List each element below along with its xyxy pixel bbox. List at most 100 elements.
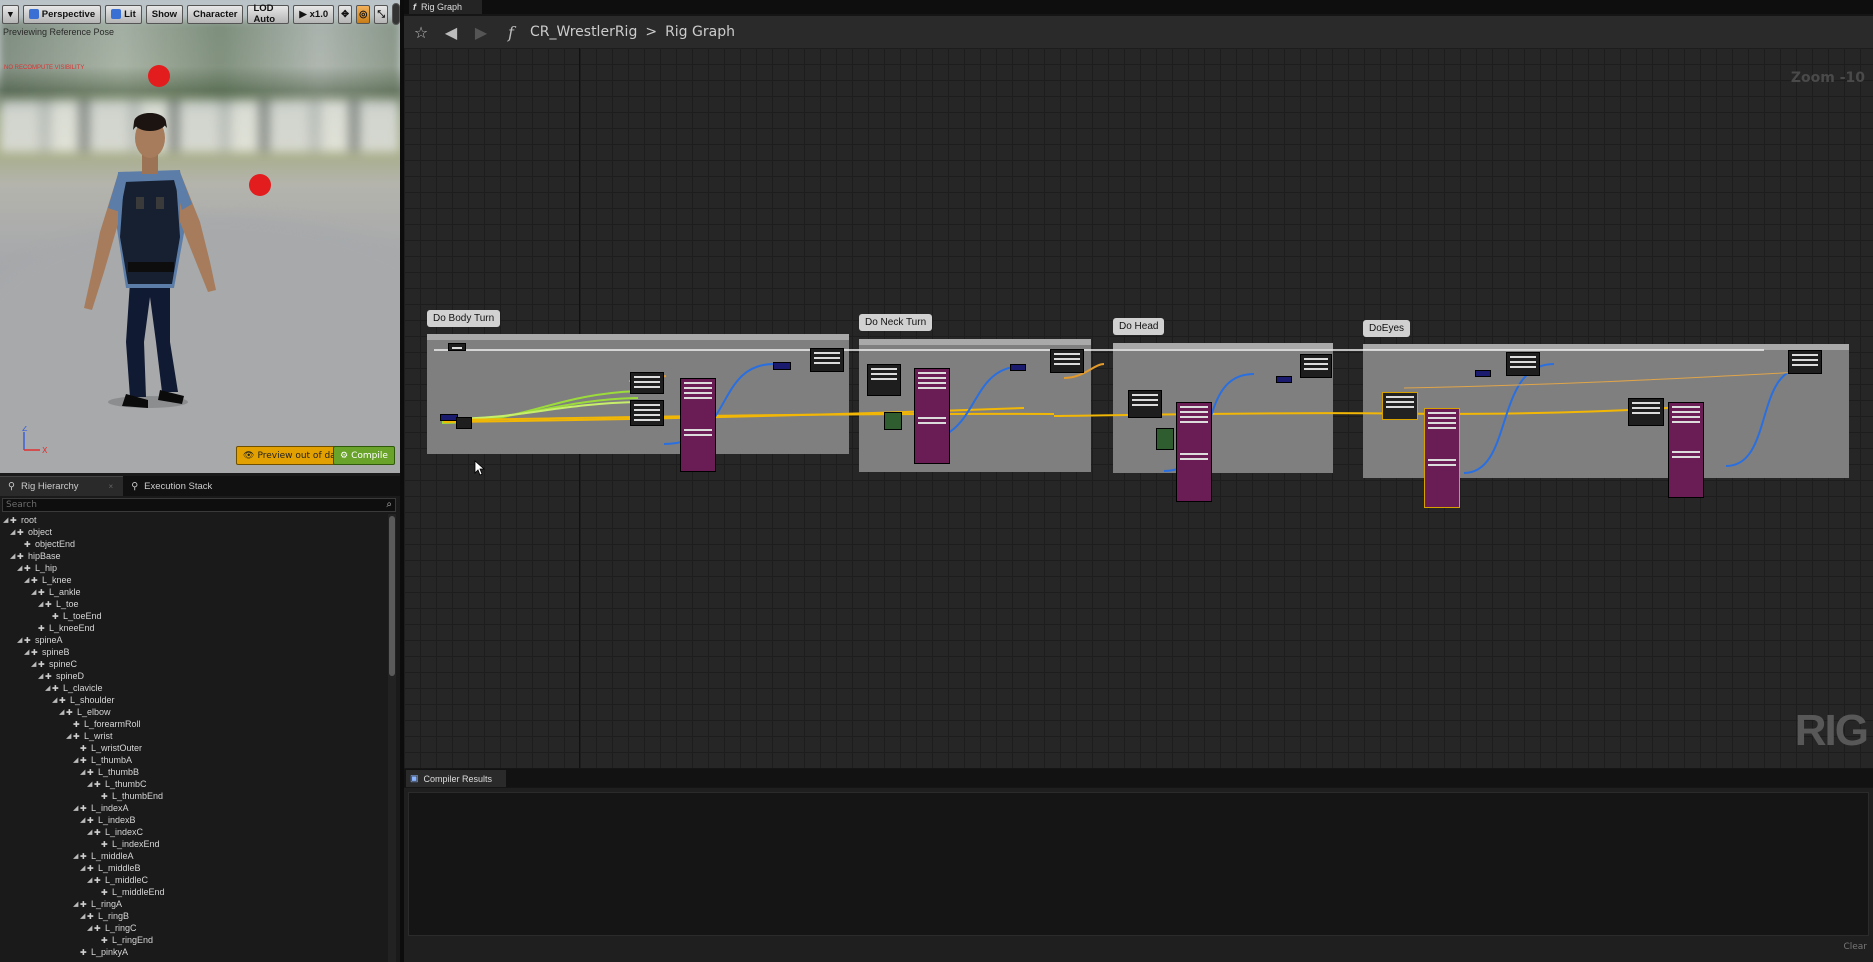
forward-icon[interactable]: ▶ <box>470 23 492 42</box>
graph-node[interactable] <box>1788 350 1822 374</box>
graph-node[interactable] <box>1424 408 1460 508</box>
tree-item[interactable]: ◢ ✚ spineC <box>0 658 388 670</box>
tree-item[interactable]: ◢ ✚ L_thumbC <box>0 778 388 790</box>
tree-item[interactable]: ◢ ✚ root <box>0 514 388 526</box>
tree-item[interactable]: ✚ L_indexEnd <box>0 838 388 850</box>
expand-arrow-icon[interactable]: ◢ <box>80 768 87 776</box>
character-figure[interactable] <box>70 112 220 412</box>
expand-arrow-icon[interactable]: ◢ <box>17 636 24 644</box>
expand-arrow-icon[interactable]: ◢ <box>31 660 38 668</box>
back-icon[interactable]: ◀ <box>440 23 462 42</box>
graph-node[interactable] <box>1050 349 1084 373</box>
character-button[interactable]: Character <box>187 4 244 24</box>
scale-tool-button[interactable]: ⤡ <box>374 4 388 24</box>
expand-arrow-icon[interactable]: ◢ <box>59 708 66 716</box>
tree-item[interactable]: ✚ L_toeEnd <box>0 610 388 622</box>
tree-item[interactable]: ✚ L_kneeEnd <box>0 622 388 634</box>
graph-node[interactable] <box>448 343 466 351</box>
graph-node[interactable] <box>1300 354 1332 378</box>
tree-item[interactable]: ◢ ✚ L_middleB <box>0 862 388 874</box>
translate-tool-button[interactable]: ✥ <box>338 4 353 24</box>
graph-node[interactable] <box>1506 352 1540 376</box>
tree-item[interactable]: ◢ ✚ L_hip <box>0 562 388 574</box>
graph-node[interactable] <box>1156 428 1174 450</box>
expand-arrow-icon[interactable]: ◢ <box>87 780 94 788</box>
tree-item[interactable]: ✚ L_thumbEnd <box>0 790 388 802</box>
tree-item[interactable]: ✚ L_pinkyA <box>0 946 388 958</box>
expand-arrow-icon[interactable]: ◢ <box>87 876 94 884</box>
perspective-button[interactable]: Perspective <box>22 4 102 24</box>
control-marker[interactable] <box>249 174 271 196</box>
graph-node[interactable] <box>867 364 901 396</box>
close-icon[interactable]: × <box>109 482 114 491</box>
expand-arrow-icon[interactable]: ◢ <box>38 600 45 608</box>
graph-node[interactable] <box>1176 402 1212 502</box>
tree-scrollbar[interactable] <box>388 514 396 962</box>
tree-item[interactable]: ◢ ✚ spineD <box>0 670 388 682</box>
tree-item[interactable]: ◢ ✚ L_elbow <box>0 706 388 718</box>
expand-arrow-icon[interactable]: ◢ <box>80 912 87 920</box>
tree-item[interactable]: ✚ objectEnd <box>0 538 388 550</box>
graph-node[interactable] <box>630 372 664 394</box>
tab-execution-stack[interactable]: ⚲ Execution Stack <box>123 476 222 496</box>
graph-node[interactable] <box>1382 392 1418 420</box>
tree-item[interactable]: ✚ L_forearmRoll <box>0 718 388 730</box>
tree-item[interactable]: ◢ ✚ L_knee <box>0 574 388 586</box>
expand-arrow-icon[interactable]: ◢ <box>24 576 31 584</box>
tree-item[interactable]: ◢ ✚ L_thumbA <box>0 754 388 766</box>
tree-item[interactable]: ◢ ✚ L_ringA <box>0 898 388 910</box>
expand-arrow-icon[interactable]: ◢ <box>31 588 38 596</box>
compile-button[interactable]: ⚙ Compile <box>333 446 395 465</box>
tree-item[interactable]: ◢ ✚ L_ankle <box>0 586 388 598</box>
scrollbar-thumb[interactable] <box>389 516 395 676</box>
tree-item[interactable]: ◢ ✚ L_middleA <box>0 850 388 862</box>
breadcrumb-root[interactable]: CR_WrestlerRig <box>530 24 637 40</box>
tree-item[interactable]: ◢ ✚ L_thumbB <box>0 766 388 778</box>
playback-speed-button[interactable]: ▶ x1.0 <box>293 4 335 24</box>
graph-node[interactable] <box>680 378 716 472</box>
lit-button[interactable]: Lit <box>105 4 142 24</box>
expand-arrow-icon[interactable]: ◢ <box>38 672 45 680</box>
show-button[interactable]: Show <box>145 4 184 24</box>
expand-arrow-icon[interactable]: ◢ <box>73 900 80 908</box>
expand-arrow-icon[interactable]: ◢ <box>87 828 94 836</box>
graph-node[interactable] <box>914 368 950 464</box>
tree-item[interactable]: ◢ ✚ spineB <box>0 646 388 658</box>
expand-arrow-icon[interactable]: ◢ <box>52 696 59 704</box>
tab-rig-hierarchy[interactable]: ⚲ Rig Hierarchy × <box>0 476 124 496</box>
graph-node[interactable] <box>1668 402 1704 498</box>
rig-graph-canvas[interactable]: Zoom -10 Do Body Turn Do Neck Turn Do He… <box>404 48 1873 768</box>
graph-node[interactable] <box>630 400 664 426</box>
tree-item[interactable]: ◢ ✚ L_indexA <box>0 802 388 814</box>
tree-item[interactable]: ◢ ✚ L_indexC <box>0 826 388 838</box>
expand-arrow-icon[interactable]: ◢ <box>87 924 94 932</box>
control-marker[interactable] <box>148 65 170 87</box>
tree-item[interactable]: ◢ ✚ spineA <box>0 634 388 646</box>
compiler-results-log[interactable] <box>408 792 1869 936</box>
expand-arrow-icon[interactable]: ◢ <box>73 852 80 860</box>
star-icon[interactable]: ☆ <box>410 23 432 42</box>
expand-arrow-icon[interactable]: ◢ <box>17 564 24 572</box>
graph-node[interactable] <box>773 362 791 370</box>
graph-node[interactable] <box>1276 376 1292 383</box>
tree-item[interactable]: ◢ ✚ L_ringB <box>0 910 388 922</box>
tree-item[interactable]: ◢ ✚ L_clavicle <box>0 682 388 694</box>
rig-hierarchy-tree[interactable]: ◢ ✚ root ◢ ✚ object ✚ objectEnd ◢ ✚ hipBase ◢ ✚ L_hip… <box>0 514 388 962</box>
tree-item[interactable]: ◢ ✚ L_wrist <box>0 730 388 742</box>
tree-item[interactable]: ◢ ✚ L_ringC <box>0 922 388 934</box>
viewport-menu-button[interactable]: ▾ <box>2 4 19 24</box>
tree-item[interactable]: ◢ ✚ hipBase <box>0 550 388 562</box>
graph-node[interactable] <box>1628 398 1664 426</box>
expand-arrow-icon[interactable]: ◢ <box>24 648 31 656</box>
tree-item[interactable]: ✚ L_ringEnd <box>0 934 388 946</box>
search-icon[interactable]: ⌕ <box>386 499 392 510</box>
graph-node[interactable] <box>1010 364 1026 371</box>
graph-node[interactable] <box>884 412 902 430</box>
expand-arrow-icon[interactable]: ◢ <box>3 516 10 524</box>
tab-rig-graph[interactable]: f Rig Graph <box>409 0 483 14</box>
expand-arrow-icon[interactable]: ◢ <box>66 732 73 740</box>
graph-node[interactable] <box>1128 390 1162 418</box>
tree-item[interactable]: ◢ ✚ L_shoulder <box>0 694 388 706</box>
expand-arrow-icon[interactable]: ◢ <box>80 816 87 824</box>
expand-arrow-icon[interactable]: ◢ <box>73 804 80 812</box>
